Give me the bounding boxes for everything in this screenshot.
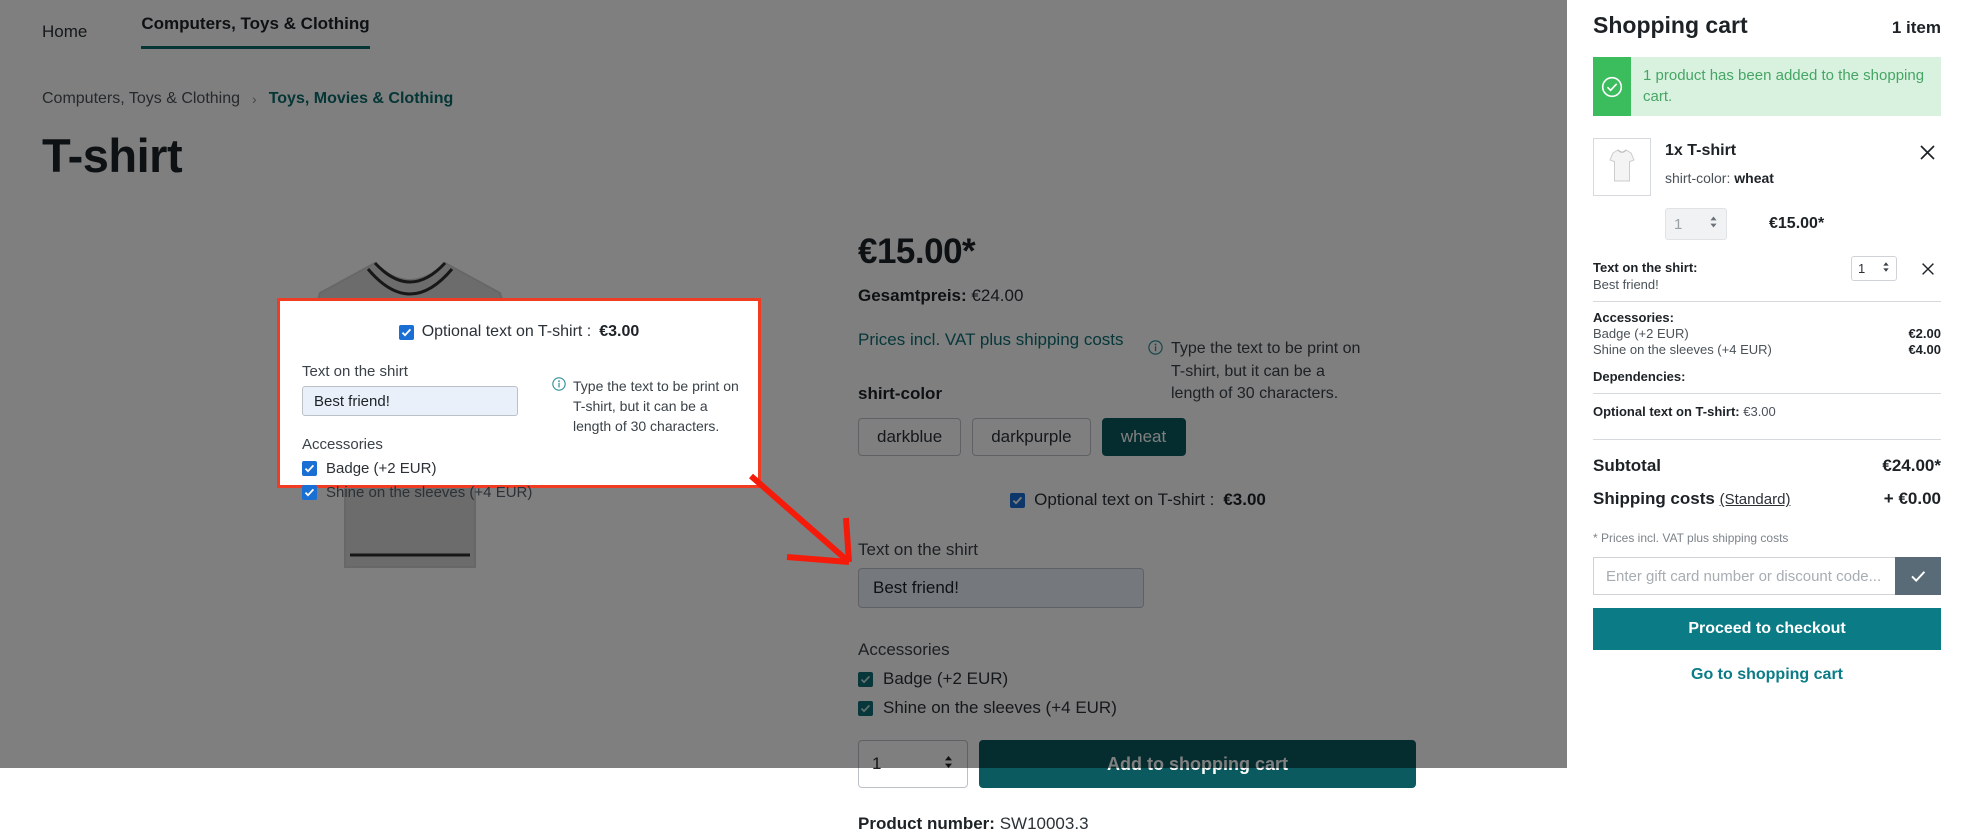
- cart-optional-summary-label: Optional text on T-shirt:: [1593, 404, 1740, 420]
- callout-accessory-badge[interactable]: Badge (+2 EUR): [302, 460, 736, 477]
- voucher-form: [1593, 557, 1941, 596]
- cart-shipping-value: + €0.00: [1883, 489, 1941, 509]
- check-icon: [1911, 571, 1926, 583]
- cart-vat-note: * Prices incl. VAT plus shipping costs: [1593, 531, 1789, 546]
- remove-item-button[interactable]: [1913, 138, 1941, 166]
- tshirt-thumb-icon: [1609, 149, 1635, 182]
- callout-text-input[interactable]: Best friend!: [302, 386, 518, 416]
- divider: [1593, 301, 1941, 303]
- divider: [1593, 393, 1941, 395]
- cart-item-count: 1 item: [1891, 18, 1941, 37]
- shopping-cart-offcanvas: Shopping cart 1 item 1 product has been …: [1567, 0, 1967, 768]
- cart-accessory-row: Shine on the sleeves (+4 EUR) €4.00: [1593, 342, 1941, 357]
- callout-accessories-label: Accessories: [302, 436, 383, 453]
- cart-accessory-label-shine: Shine on the sleeves (+4 EUR): [1593, 342, 1772, 358]
- voucher-submit-button[interactable]: [1895, 557, 1941, 596]
- stepper-updown-icon: [1709, 215, 1718, 233]
- cart-item-quantity-price: 1 €15.00*: [1593, 208, 1941, 241]
- modal-backdrop[interactable]: [0, 0, 1567, 768]
- product-number-label: Product number:: [858, 814, 995, 833]
- product-number: Product number: SW10003.3: [858, 814, 1418, 834]
- cart-accessory-price-shine: €4.00: [1908, 342, 1941, 358]
- cart-shipping-label: Shipping costs: [1593, 489, 1715, 509]
- callout-optional-text-row: Optional text on T-shirt : €3.00: [302, 323, 736, 341]
- cart-accessory-label-badge: Badge (+2 EUR): [1593, 326, 1689, 342]
- voucher-input[interactable]: [1593, 557, 1895, 596]
- cart-shipping-method-link[interactable]: (Standard): [1720, 491, 1791, 508]
- cart-accessories-label: Accessories:: [1593, 310, 1674, 326]
- cart-success-alert: 1 product has been added to the shopping…: [1593, 57, 1941, 117]
- callout-optional-text-checkbox[interactable]: [398, 324, 414, 340]
- go-to-shopping-cart-link[interactable]: Go to shopping cart: [1593, 666, 1941, 684]
- callout-hint-text: Type the text to be print on T-shirt, bu…: [573, 378, 739, 434]
- cart-title: Shopping cart: [1593, 12, 1748, 38]
- cart-optional-summary-value: €3.00: [1743, 404, 1776, 420]
- cart-option-text-block: Text on the shirt: Best friend! 1: [1593, 256, 1941, 292]
- callout-optional-text-price: €3.00: [599, 323, 640, 340]
- cart-alert-text: 1 product has been added to the shopping…: [1643, 67, 1925, 105]
- cart-option-quantity-value: 1: [1858, 261, 1866, 277]
- check-circle-icon: [1593, 57, 1631, 117]
- cart-line-item: 1x T-shirt shirt-color: wheat: [1593, 138, 1941, 197]
- cart-item-quantity-value: 1: [1674, 215, 1683, 233]
- callout-info-circle-icon: [552, 377, 566, 437]
- cart-option-quantity-stepper[interactable]: 1: [1851, 256, 1897, 282]
- option-stepper-updown-icon: [1882, 261, 1890, 276]
- callout-optional-text-label: Optional text on T-shirt :: [421, 323, 592, 340]
- proceed-to-checkout-button[interactable]: Proceed to checkout: [1593, 608, 1941, 651]
- cart-item-variant: shirt-color: wheat: [1665, 170, 1774, 186]
- cart-accessories-block: Accessories: Badge (+2 EUR) €2.00 Shine …: [1593, 310, 1941, 357]
- cart-accessory-price-badge: €2.00: [1908, 326, 1941, 342]
- cart-item-info: 1x T-shirt shirt-color: wheat: [1665, 138, 1774, 196]
- cart-item-line-price: €15.00*: [1769, 215, 1825, 233]
- callout-hint: Type the text to be print on T-shirt, bu…: [552, 377, 742, 437]
- cart-subtotal-label: Subtotal: [1593, 456, 1661, 476]
- cart-item-variant-label: shirt-color:: [1665, 170, 1731, 187]
- cart-dependencies-label: Dependencies:: [1593, 369, 1686, 385]
- cart-item-quantity-stepper[interactable]: 1: [1665, 208, 1727, 241]
- cart-optional-text-summary: Optional text on T-shirt: €3.00: [1593, 404, 1941, 419]
- callout-accessory-label-badge: Badge (+2 EUR): [326, 460, 437, 477]
- cart-shipping-row: Shipping costs (Standard) + €0.00: [1593, 489, 1941, 509]
- cart-item-variant-value: wheat: [1734, 170, 1774, 187]
- cart-subtotal-value: €24.00*: [1882, 456, 1941, 476]
- cart-item-name[interactable]: 1x T-shirt: [1665, 142, 1774, 160]
- product-number-value: SW10003.3: [999, 814, 1089, 833]
- zoom-callout-box: Optional text on T-shirt : €3.00 Text on…: [277, 298, 761, 501]
- callout-accessory-shine[interactable]: Shine on the sleeves (+4 EUR): [302, 484, 736, 501]
- callout-badge-checkbox[interactable]: [302, 461, 317, 476]
- cart-accessory-row: Badge (+2 EUR) €2.00: [1593, 326, 1941, 341]
- cart-subtotal-row: Subtotal €24.00*: [1593, 456, 1941, 476]
- callout-accessory-label-shine: Shine on the sleeves (+4 EUR): [326, 484, 533, 501]
- close-icon: [1919, 145, 1935, 160]
- cart-item-thumbnail[interactable]: [1593, 138, 1651, 197]
- cart-shipping-label-wrap: Shipping costs (Standard): [1593, 489, 1790, 509]
- cart-option-remove-button[interactable]: [1915, 256, 1941, 281]
- cart-header: Shopping cart 1 item: [1593, 0, 1941, 39]
- callout-shine-checkbox[interactable]: [302, 485, 317, 500]
- close-small-icon: [1922, 262, 1934, 275]
- divider: [1593, 439, 1941, 441]
